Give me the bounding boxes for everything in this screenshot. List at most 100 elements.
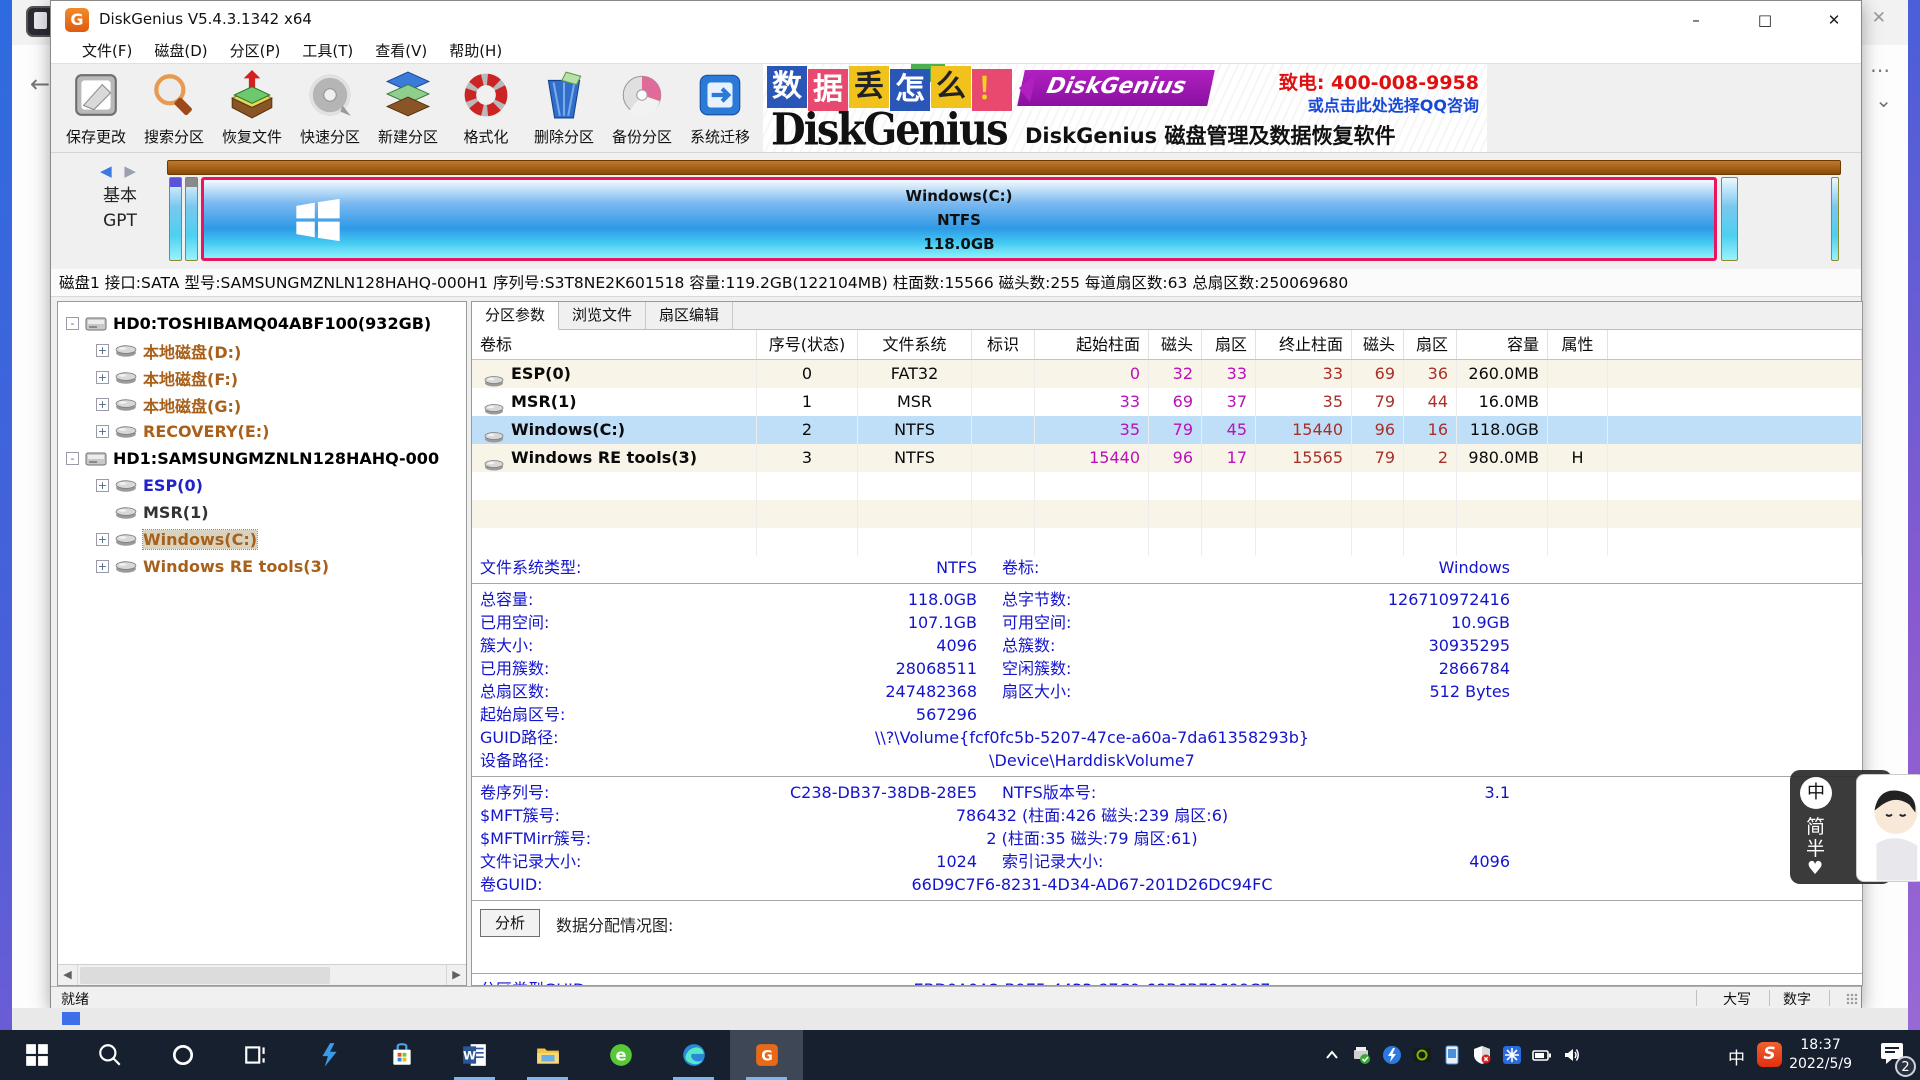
scroll-down-icon[interactable]: ⌄ (1875, 88, 1892, 112)
banner-qq-link[interactable]: 或点击此处选择QQ咨询 (1308, 92, 1479, 116)
taskbar-app-search[interactable] (73, 1030, 146, 1080)
scrollbar-thumb[interactable] (80, 967, 330, 984)
analyze-button[interactable]: 分析 (480, 909, 540, 937)
column-header-1[interactable]: 序号(状态) (757, 330, 858, 359)
toolbar-button-format[interactable]: 格式化 (447, 66, 525, 150)
maximize-button[interactable]: □ (1742, 1, 1788, 39)
printer-icon[interactable] (1352, 1045, 1372, 1065)
resize-grip[interactable] (1846, 993, 1858, 1005)
toolbar-button-system-migration[interactable]: 系统迁移 (681, 66, 759, 150)
expander-icon[interactable]: + (96, 398, 109, 411)
toolbar-button-recover-files[interactable]: 恢复文件 (213, 66, 291, 150)
speaker-icon[interactable] (1562, 1045, 1582, 1065)
expander-icon[interactable]: - (66, 452, 79, 465)
expander-icon[interactable]: + (96, 479, 109, 492)
taskbar-app-ie[interactable]: e (584, 1030, 657, 1080)
table-row-esp-0-[interactable]: ESP(0)0FAT3203233336936260.0MB (472, 360, 1862, 388)
tab-浏览文件[interactable]: 浏览文件 (559, 302, 646, 329)
nvidia-icon[interactable] (1412, 1045, 1432, 1065)
taskbar-app-start[interactable] (0, 1030, 73, 1080)
partition-strip-re-tools[interactable] (1721, 177, 1738, 261)
sogou-icon[interactable]: S (1757, 1042, 1782, 1067)
column-header-9[interactable]: 扇区 (1404, 330, 1457, 359)
taskbar-clock[interactable]: 18:37 2022/5/9 (1789, 1036, 1852, 1074)
minimize-button[interactable]: – (1673, 1, 1719, 39)
toolbar-button-search-partition[interactable]: 搜索分区 (135, 66, 213, 150)
table-row-windows-c-[interactable]: Windows(C:)2NTFS357945154409616118.0GB (472, 416, 1862, 444)
taskbar-app-explorer[interactable] (511, 1030, 584, 1080)
more-options-icon[interactable]: ⋯ (1870, 58, 1890, 82)
phone-icon[interactable] (1442, 1045, 1462, 1065)
table-row-windows-re-tools-3-[interactable]: Windows RE tools(3)3NTFS1544096171556579… (472, 444, 1862, 472)
tree-item-windows-re-tools-3-[interactable]: +Windows RE tools(3) (58, 553, 466, 580)
toolbar-button-new-partition[interactable]: 新建分区 (369, 66, 447, 150)
back-arrow-icon[interactable]: ← (30, 70, 50, 98)
heart-icon[interactable]: ♥ (1807, 858, 1823, 879)
column-header-4[interactable]: 起始柱面 (1035, 330, 1149, 359)
close-button[interactable]: ✕ (1811, 1, 1857, 39)
menu-item-3[interactable]: 工具(T) (291, 39, 364, 63)
column-header-2[interactable]: 文件系统 (858, 330, 972, 359)
tree-item-msr-1-[interactable]: MSR(1) (58, 499, 466, 526)
expander-icon[interactable]: + (96, 533, 109, 546)
scroll-left-icon[interactable]: ◀ (58, 965, 78, 985)
tab-扇区编辑[interactable]: 扇区编辑 (646, 302, 733, 329)
expander-icon[interactable]: + (96, 425, 109, 438)
prev-disk-arrow-icon[interactable]: ◀ (100, 162, 116, 180)
table-row-msr-1-[interactable]: MSR(1)1MSR33693735794416.0MB (472, 388, 1862, 416)
taskbar-app-diskgenius[interactable]: G (730, 1030, 803, 1080)
toolbar-button-quick-partition[interactable]: 快速分区 (291, 66, 369, 150)
tree-item-hd1-samsungmznln128hahq-000[interactable]: -HD1:SAMSUNGMZNLN128HAHQ-000 (58, 445, 466, 472)
column-header-7[interactable]: 终止柱面 (1256, 330, 1352, 359)
tree-item-esp-0-[interactable]: +ESP(0) (58, 472, 466, 499)
banner-ad[interactable]: 数据丢怎么！ DiskGenius 致电: 400-008-9958 或点击此处… (763, 64, 1487, 152)
column-header-5[interactable]: 磁头 (1149, 330, 1202, 359)
taskbar-app-cortana[interactable] (146, 1030, 219, 1080)
shield-icon[interactable] (1472, 1045, 1492, 1065)
taskbar-app-thunder[interactable] (292, 1030, 365, 1080)
tree-item-recovery-e-[interactable]: +RECOVERY(E:) (58, 418, 466, 445)
column-header-0[interactable]: 卷标 (472, 330, 757, 359)
tree-horizontal-scrollbar[interactable]: ◀ ▶ (58, 964, 466, 985)
menu-item-2[interactable]: 分区(P) (219, 39, 292, 63)
tree-item--f-[interactable]: +本地磁盘(F:) (58, 364, 466, 391)
column-header-6[interactable]: 扇区 (1202, 330, 1256, 359)
taskbar-app-edge[interactable] (657, 1030, 730, 1080)
background-close-icon[interactable]: ✕ (1872, 8, 1886, 28)
taskbar-app-taskview[interactable] (219, 1030, 292, 1080)
menu-item-1[interactable]: 磁盘(D) (143, 39, 218, 63)
toolbar-button-backup-partition[interactable]: 备份分区 (603, 66, 681, 150)
taskbar-app-word[interactable]: W (438, 1030, 511, 1080)
ime-mode-halfwidth[interactable]: 半 (1806, 834, 1825, 861)
expander-icon[interactable]: + (96, 344, 109, 357)
column-header-8[interactable]: 磁头 (1352, 330, 1404, 359)
column-header-3[interactable]: 标识 (972, 330, 1035, 359)
partition-strip-esp[interactable] (169, 177, 182, 261)
tab-分区参数[interactable]: 分区参数 (472, 302, 559, 330)
column-header-10[interactable]: 容量 (1457, 330, 1548, 359)
toolbar-button-save-changes[interactable]: 保存更改 (57, 66, 135, 150)
tree-item-hd0-toshibamq04abf100-932gb-[interactable]: -HD0:TOSHIBAMQ04ABF100(932GB) (58, 310, 466, 337)
snowflake-icon[interactable] (1502, 1045, 1522, 1065)
menu-item-5[interactable]: 帮助(H) (438, 39, 513, 63)
expander-icon[interactable]: + (96, 560, 109, 573)
next-disk-arrow-icon[interactable]: ▶ (124, 162, 140, 180)
taskbar-app-store[interactable] (365, 1030, 438, 1080)
tree-item-windows-c-[interactable]: +Windows(C:) (58, 526, 466, 553)
scroll-right-icon[interactable]: ▶ (446, 965, 466, 985)
menu-item-0[interactable]: 文件(F) (71, 39, 143, 63)
ime-mode-chinese[interactable]: 中 (1800, 777, 1832, 809)
ime-indicator[interactable]: 中 (1728, 1044, 1745, 1064)
menu-item-4[interactable]: 查看(V) (364, 39, 438, 63)
lightning-icon[interactable] (1382, 1045, 1402, 1065)
tree-item--d-[interactable]: +本地磁盘(D:) (58, 337, 466, 364)
tree-item--g-[interactable]: +本地磁盘(G:) (58, 391, 466, 418)
partition-strip-msr[interactable] (185, 177, 198, 261)
expander-icon[interactable]: - (66, 317, 79, 330)
toolbar-button-delete-partition[interactable]: 删除分区 (525, 66, 603, 150)
column-header-11[interactable]: 属性 (1548, 330, 1608, 359)
chevron-up-icon[interactable] (1322, 1045, 1342, 1065)
expander-icon[interactable]: + (96, 371, 109, 384)
partition-block-windows-c[interactable]: Windows(C:) NTFS 118.0GB (201, 177, 1717, 261)
battery-icon[interactable] (1532, 1045, 1552, 1065)
